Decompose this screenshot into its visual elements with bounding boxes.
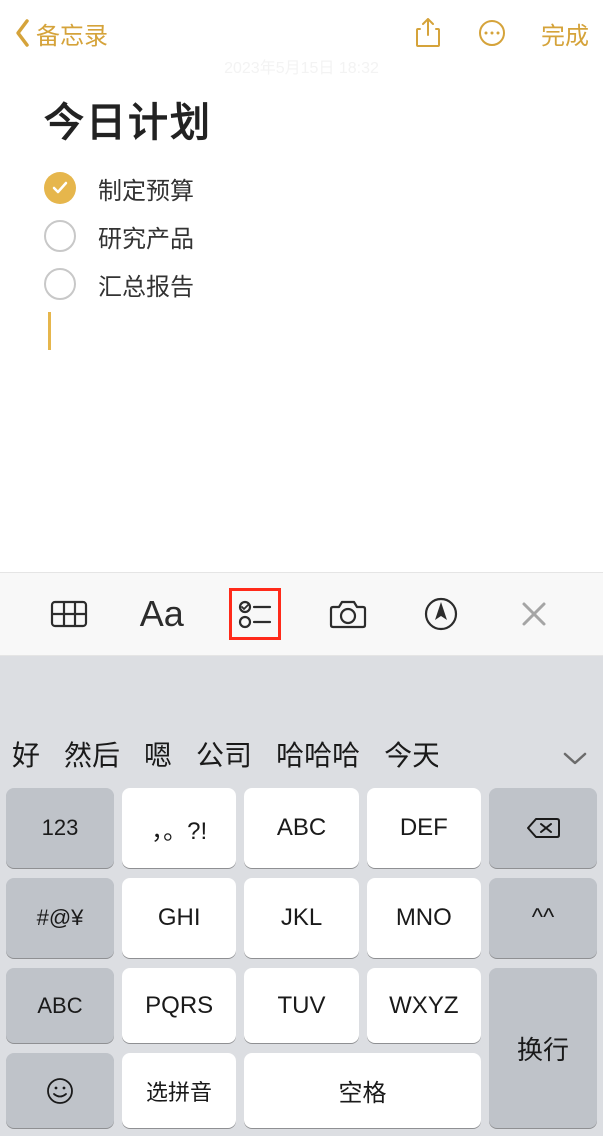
nav-actions: 完成 [413, 16, 589, 51]
candidate-item[interactable]: 嗯 [144, 734, 172, 774]
key-symbols[interactable]: #@¥ [6, 878, 114, 958]
note-timestamp: 2023年5月15日 18:32 [0, 54, 603, 72]
close-toolbar-button[interactable] [508, 588, 560, 640]
markup-button[interactable] [415, 588, 467, 640]
camera-button[interactable] [322, 588, 374, 640]
key-ghi[interactable]: GHI [122, 878, 236, 958]
key-abc[interactable]: ABC [244, 788, 358, 868]
checkbox-unchecked-icon[interactable] [44, 220, 76, 252]
checklist-item[interactable]: 制定预算 [44, 164, 573, 212]
key-backspace[interactable] [489, 788, 597, 868]
key-space[interactable]: 空格 [244, 1053, 481, 1128]
checklist-item-label[interactable]: 研究产品 [98, 219, 194, 254]
format-toolbar: Aa [0, 572, 603, 656]
chevron-left-icon [14, 18, 32, 48]
checkbox-checked-icon[interactable] [44, 172, 76, 204]
candidate-bar: 好 然后 嗯 公司 哈哈哈 今天 [0, 656, 603, 788]
checklist-button[interactable] [229, 588, 281, 640]
key-select-pinyin[interactable]: 选拼音 [122, 1053, 236, 1128]
candidate-item[interactable]: 哈哈哈 [276, 734, 360, 774]
candidate-item[interactable]: 今天 [384, 734, 438, 774]
checklist-item[interactable]: 研究产品 [44, 212, 573, 260]
key-pqrs[interactable]: PQRS [122, 968, 236, 1043]
candidate-item[interactable]: 公司 [196, 734, 252, 774]
key-emoji[interactable] [6, 1053, 114, 1128]
key-return[interactable]: 换行 [489, 968, 597, 1128]
table-button[interactable] [43, 588, 95, 640]
text-format-button[interactable]: Aa [136, 588, 188, 640]
key-tuv[interactable]: TUV [244, 968, 358, 1043]
checklist-item-label[interactable]: 制定预算 [98, 171, 194, 206]
key-123[interactable]: 123 [6, 788, 114, 868]
key-wxyz[interactable]: WXYZ [367, 968, 481, 1043]
key-mno[interactable]: MNO [367, 878, 481, 958]
key-punct[interactable]: ，。?! [122, 788, 236, 868]
key-jkl[interactable]: JKL [244, 878, 358, 958]
checkbox-unchecked-icon[interactable] [44, 268, 76, 300]
more-icon[interactable] [477, 18, 507, 48]
checklist: 制定预算 研究产品 汇总报告 [44, 164, 573, 350]
text-caret [48, 312, 573, 350]
checklist-item-label[interactable]: 汇总报告 [98, 267, 194, 302]
key-def[interactable]: DEF [367, 788, 481, 868]
done-button[interactable]: 完成 [541, 16, 589, 51]
keyboard: 好 然后 嗯 公司 哈哈哈 今天 123 ，。?! ABC DEF #@ [0, 656, 603, 1136]
note-title[interactable]: 今日计划 [44, 90, 573, 148]
note-body[interactable]: 今日计划 制定预算 研究产品 汇总报告 [0, 72, 603, 350]
checklist-item[interactable]: 汇总报告 [44, 260, 573, 308]
key-caret[interactable]: ^^ [489, 878, 597, 958]
key-abc-mode[interactable]: ABC [6, 968, 114, 1043]
candidate-item[interactable]: 然后 [64, 734, 120, 774]
key-grid: 123 ，。?! ABC DEF #@¥ GHI JKL MNO ^^ [0, 788, 603, 1136]
expand-candidates-button[interactable] [559, 744, 591, 772]
back-label: 备忘录 [36, 16, 108, 51]
back-button[interactable]: 备忘录 [14, 16, 108, 51]
candidate-item[interactable]: 好 [12, 734, 40, 774]
share-icon[interactable] [413, 18, 443, 48]
